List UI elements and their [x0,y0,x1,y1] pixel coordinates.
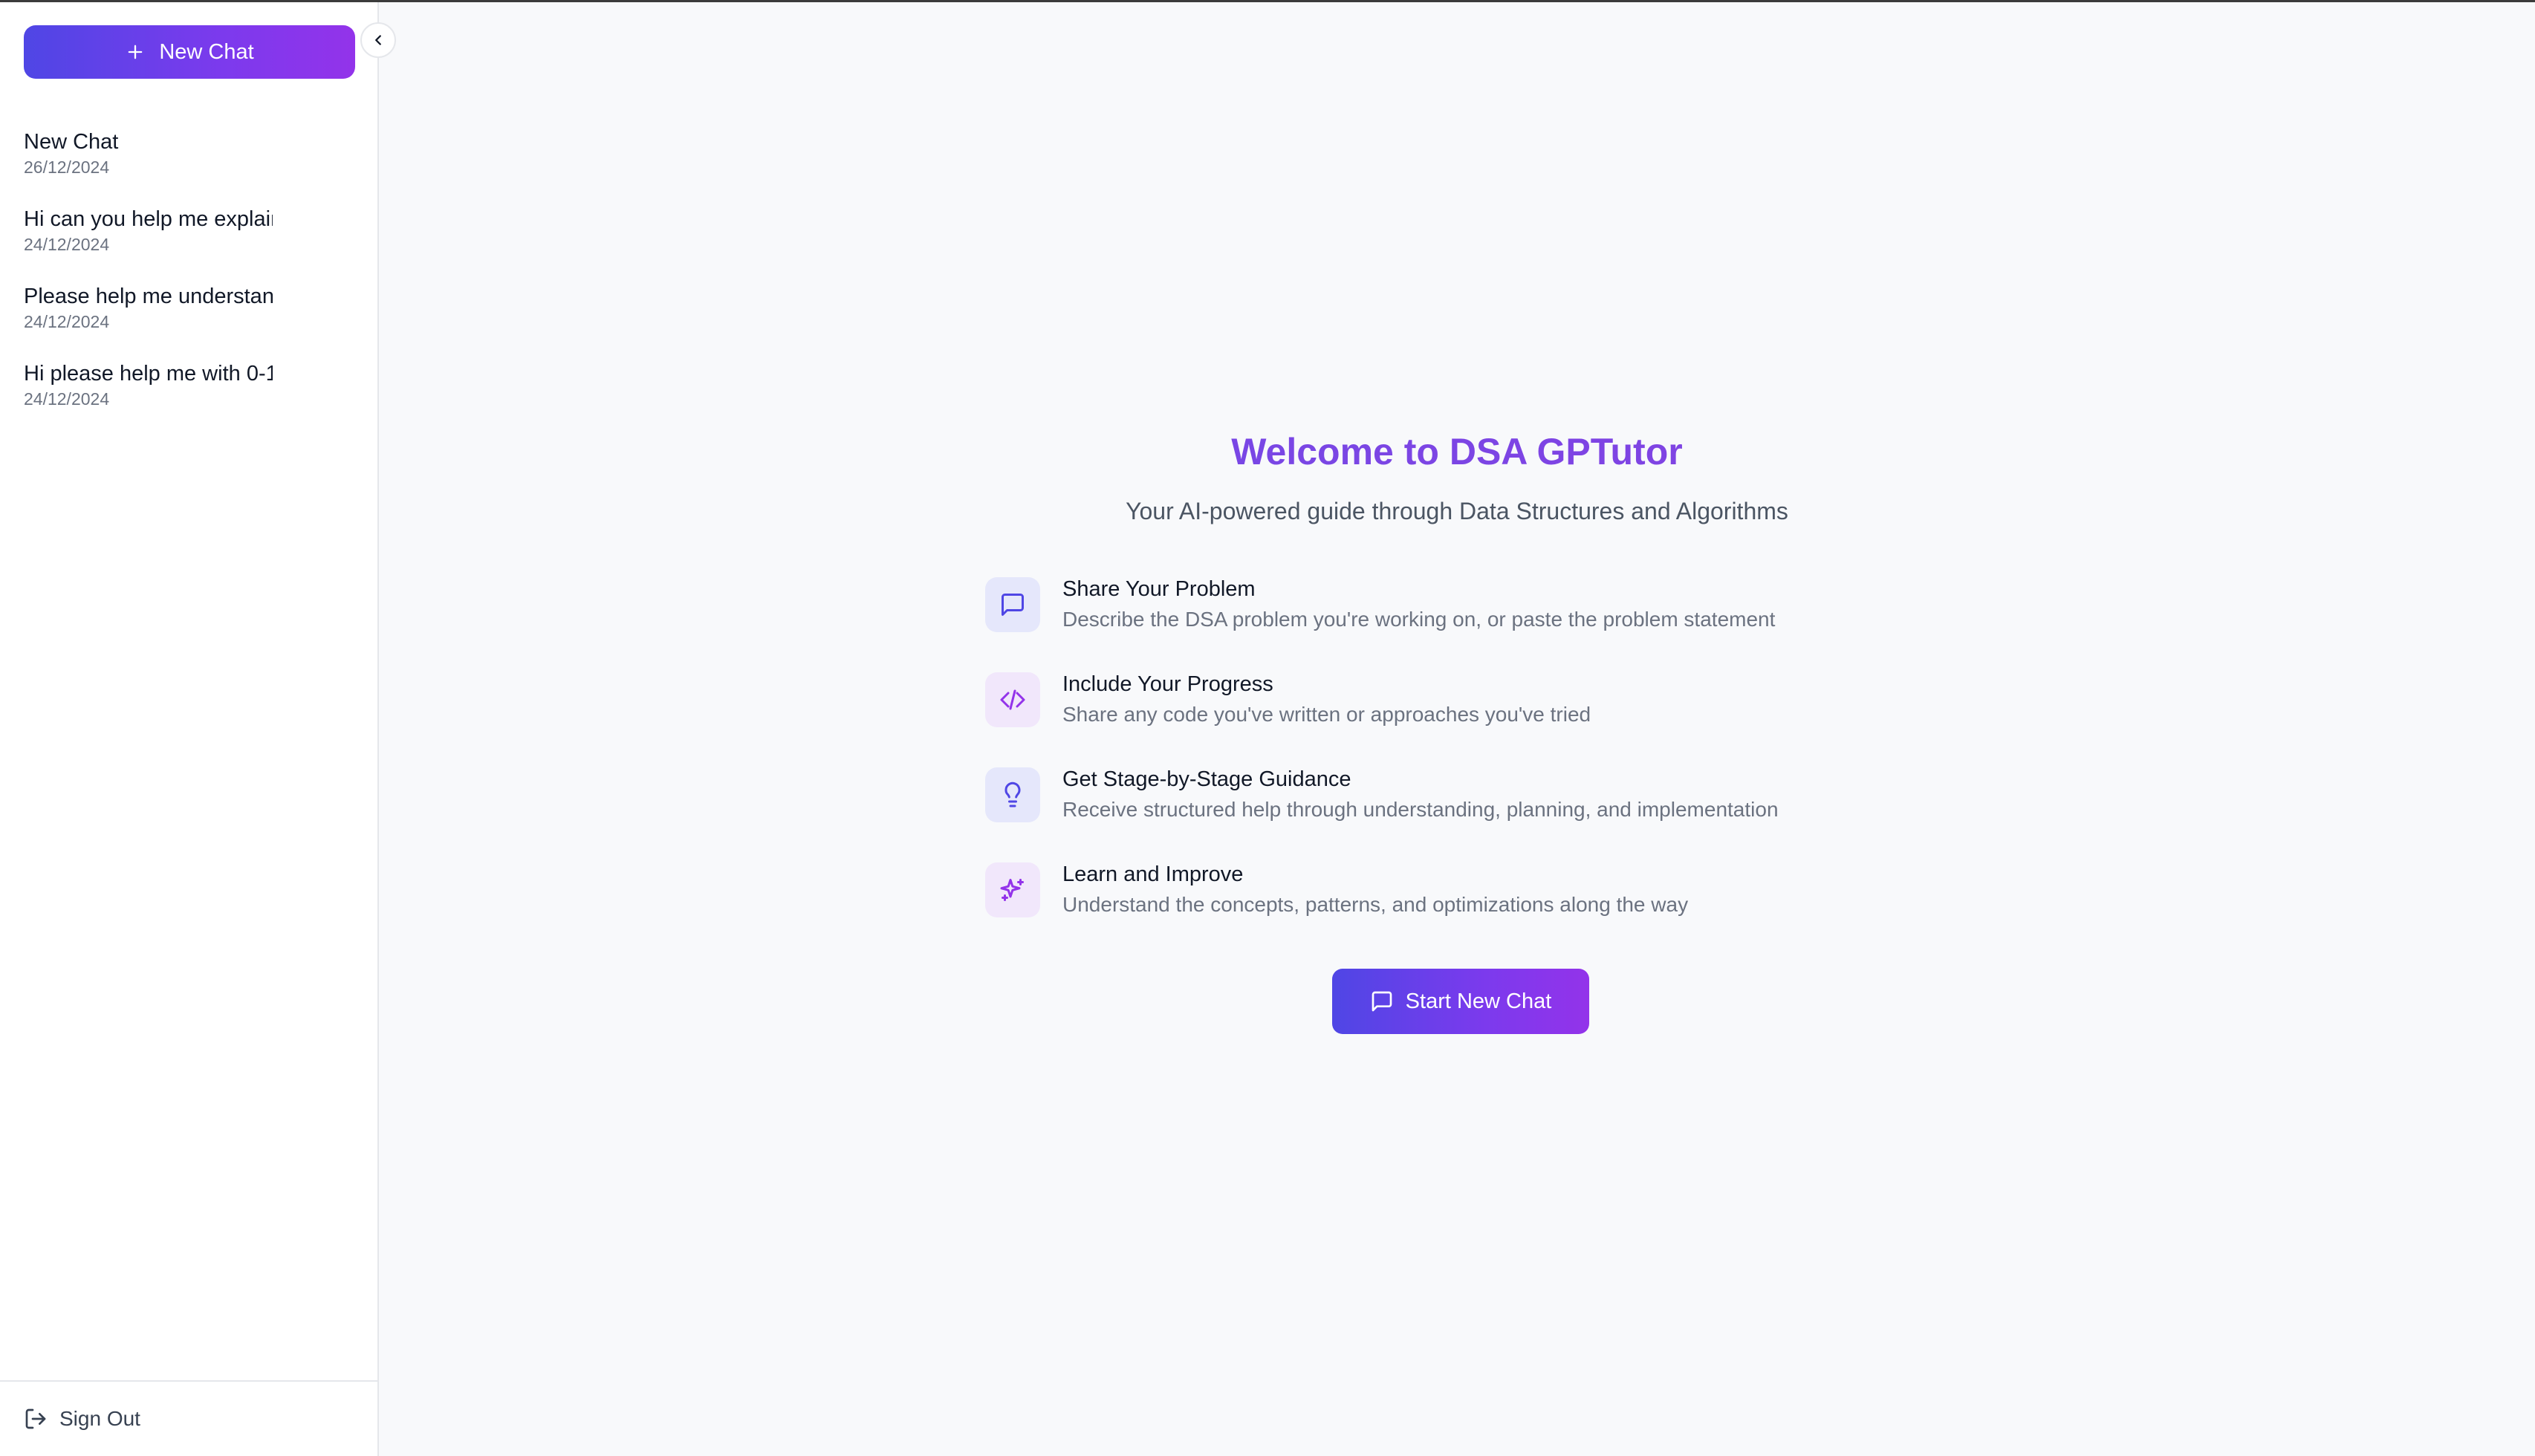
chat-history-title: Hi please help me with 0-1 [24,362,273,386]
chat-history-date: 24/12/2024 [24,235,110,254]
welcome-subtitle: Your AI-powered guide through Data Struc… [1126,498,1788,524]
feature-description: Understand the concepts, patterns, and o… [1062,893,1689,916]
sidebar-footer: Sign Out [0,1380,377,1456]
chat-history-item[interactable]: Hi can you help me explain 24/12/2024 [24,206,276,283]
chat-history-list: New Chat 26/12/2024 Hi can you help me e… [24,129,276,438]
code-icon [1000,689,1025,710]
chat-history-item[interactable]: Please help me understand 24/12/2024 [24,283,276,360]
new-chat-label: New Chat [159,39,254,64]
chat-history-date: 24/12/2024 [24,389,110,409]
feature-list: Share Your Problem Describe the DSA prob… [985,574,1951,955]
feature-description: Share any code you've written or approac… [1062,703,1591,726]
feature-icon-box [985,767,1040,822]
feature-icon-box [985,672,1040,727]
sign-out-button[interactable]: Sign Out [24,1407,140,1431]
chat-history-title: New Chat [24,130,119,154]
feature-description: Receive structured help through understa… [1062,798,1779,821]
new-chat-button[interactable]: New Chat [24,25,355,79]
chat-history-item[interactable]: New Chat 26/12/2024 [24,129,276,206]
plus-icon [128,45,143,59]
chat-history-title: Hi can you help me explain [24,207,273,231]
chat-history-date: 24/12/2024 [24,312,110,331]
feature-icon-box [985,577,1040,632]
feature-icon-box [985,862,1040,917]
sidebar: New Chat New Chat 26/12/2024 Hi can you … [0,2,396,1456]
feature-title: Include Your Progress [1062,672,1273,696]
message-square-icon [1002,594,1024,616]
chat-history-title: Please help me understand [24,285,273,308]
sign-out-label: Sign Out [59,1407,140,1430]
start-new-chat-button[interactable]: Start New Chat [1332,969,1589,1034]
sparkles-icon [1000,879,1024,901]
chat-history-date: 26/12/2024 [24,157,110,177]
feature-item: Include Your Progress Share any code you… [985,669,1951,764]
feature-title: Learn and Improve [1062,862,1244,886]
feature-item: Learn and Improve Understand the concept… [985,859,1951,955]
feature-title: Get Stage-by-Stage Guidance [1062,767,1351,791]
feature-description: Describe the DSA problem you're working … [1062,608,1776,631]
main-content: Welcome to DSA GPTutor Your AI-powered g… [379,2,2535,1456]
feature-item: Share Your Problem Describe the DSA prob… [985,574,1951,669]
chevron-left-icon [375,35,381,45]
chat-history-item[interactable]: Hi please help me with 0-1 24/12/2024 [24,360,276,438]
log-out-icon [25,1408,46,1429]
feature-item: Get Stage-by-Stage Guidance Receive stru… [985,764,1951,859]
feature-title: Share Your Problem [1062,577,1256,601]
start-new-chat-label: Start New Chat [1405,989,1552,1013]
message-square-icon [1372,991,1392,1012]
welcome-title: Welcome to DSA GPTutor [379,426,2535,478]
lightbulb-icon [1004,781,1021,807]
app-root: New Chat New Chat 26/12/2024 Hi can you … [0,2,2535,1456]
collapse-sidebar-button[interactable] [360,22,396,58]
